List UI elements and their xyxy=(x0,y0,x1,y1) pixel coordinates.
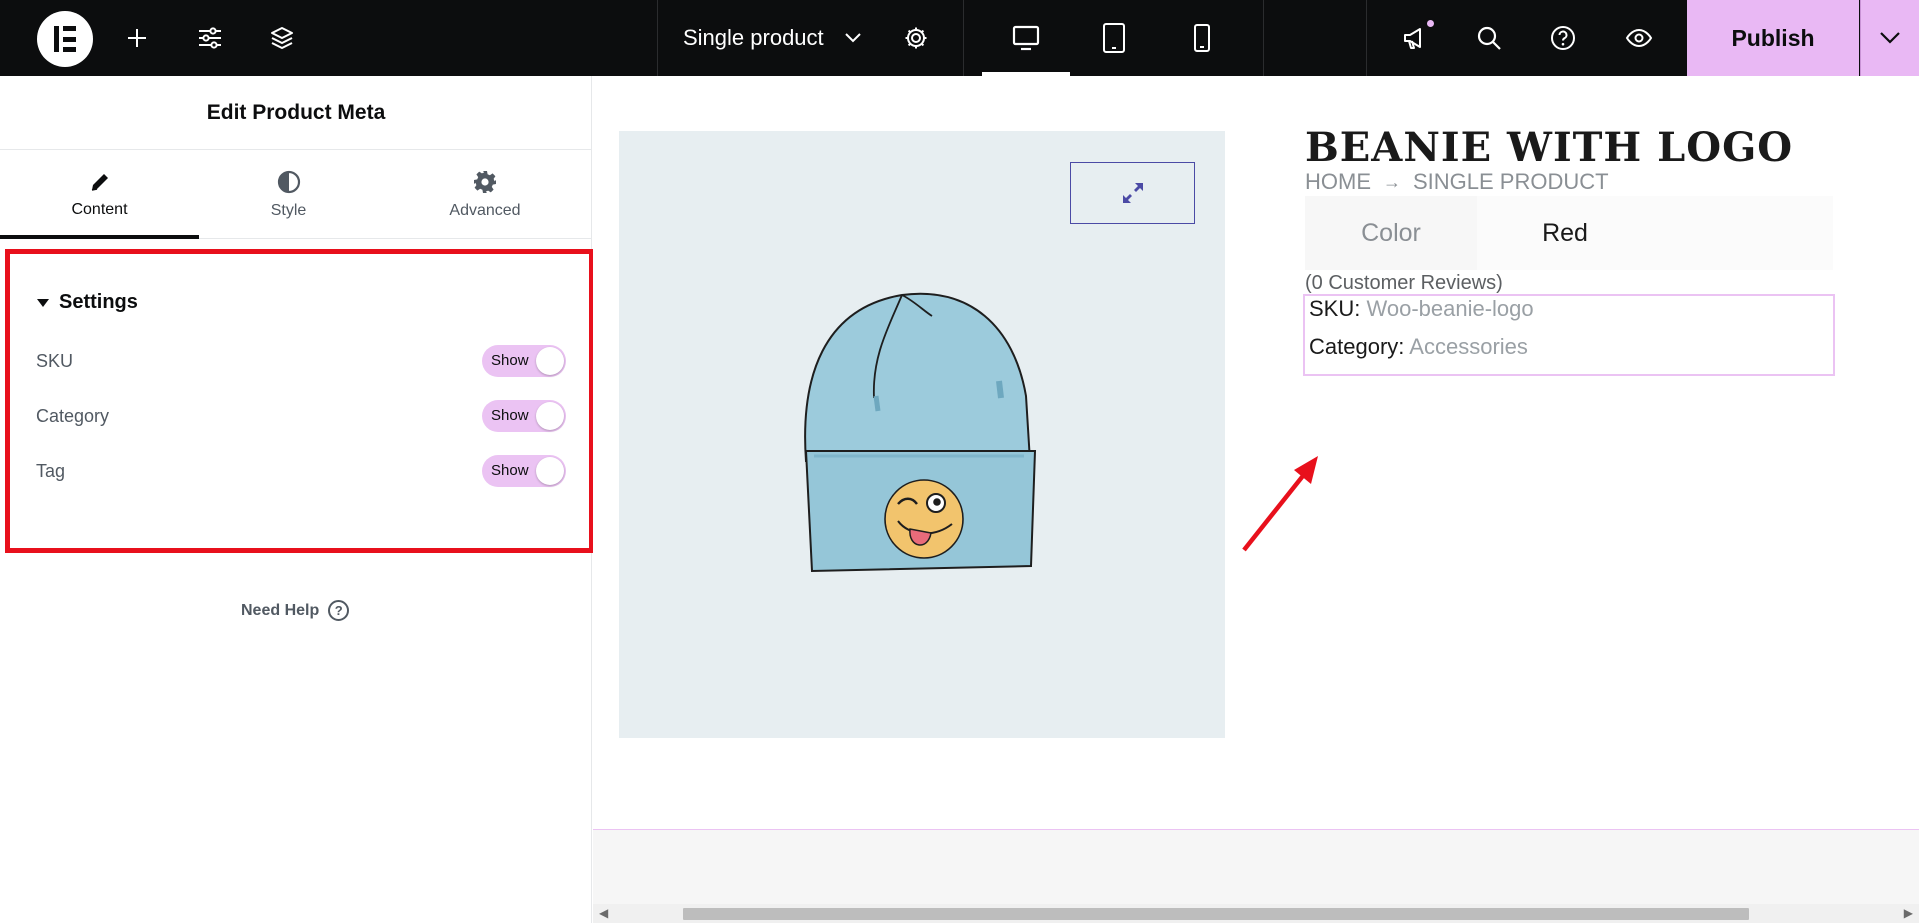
publish-button[interactable]: Publish xyxy=(1687,0,1859,76)
breadcrumb: HOME → SINGLE PRODUCT xyxy=(1305,169,1609,195)
device-tablet-button[interactable] xyxy=(1070,0,1158,76)
product-image[interactable] xyxy=(619,131,1225,738)
meta-sku: SKU: Woo-beanie-logo xyxy=(1309,296,1534,322)
settings-section-highlight: Settings SKU Show Category Show Tag Show xyxy=(5,249,594,553)
document-settings-button[interactable] xyxy=(893,0,939,76)
divider xyxy=(1263,0,1264,76)
control-category: Category Show xyxy=(36,399,566,433)
expand-icon xyxy=(1122,183,1143,203)
scroll-right-icon[interactable]: ▶ xyxy=(1904,906,1913,920)
desktop-icon xyxy=(1012,25,1040,51)
scrollbar-thumb[interactable] xyxy=(683,908,1749,920)
panel-title: Edit Product Meta xyxy=(0,76,592,150)
device-desktop-button[interactable] xyxy=(982,0,1070,76)
product-meta-widget[interactable]: SKU: Woo-beanie-logo Category: Accessori… xyxy=(1303,294,1835,376)
section-title: Settings xyxy=(59,291,138,313)
active-tab-indicator xyxy=(0,235,199,239)
product-attributes-table: Color Red xyxy=(1305,196,1833,270)
tag-toggle[interactable]: Show xyxy=(482,455,566,487)
breadcrumb-home[interactable]: HOME xyxy=(1305,169,1371,195)
reviews-count[interactable]: (0 Customer Reviews) xyxy=(1305,272,1503,295)
site-settings-button[interactable] xyxy=(187,0,233,76)
search-button[interactable] xyxy=(1466,0,1512,76)
sliders-icon xyxy=(199,27,221,49)
editor-panel: Edit Product Meta Content Style Advanced… xyxy=(0,76,594,923)
meta-value: Woo-beanie-logo xyxy=(1366,296,1534,321)
control-sku: SKU Show xyxy=(36,344,566,378)
control-label: Tag xyxy=(36,460,66,481)
eye-icon xyxy=(1625,28,1653,48)
plus-icon xyxy=(128,29,146,47)
need-help-label: Need Help xyxy=(241,601,320,619)
layers-icon xyxy=(271,27,293,49)
divider xyxy=(963,0,964,76)
toggle-label: Show xyxy=(491,462,529,479)
gear-icon xyxy=(905,27,927,49)
preview-button[interactable] xyxy=(1616,0,1662,76)
tablet-icon xyxy=(1103,23,1125,53)
gear-icon xyxy=(474,170,496,193)
meta-value[interactable]: Accessories xyxy=(1409,334,1528,359)
preview-canvas: BEANIE WITH LOGO HOME → SINGLE PRODUCT C… xyxy=(593,76,1919,923)
toggle-knob xyxy=(536,402,564,430)
help-icon: ? xyxy=(328,600,350,621)
tab-label: Advanced xyxy=(449,201,521,219)
mobile-icon xyxy=(1194,24,1210,52)
add-element-button[interactable] xyxy=(115,0,159,76)
elementor-logo-icon[interactable] xyxy=(37,11,93,67)
breadcrumb-current: SINGLE PRODUCT xyxy=(1413,169,1609,194)
top-bar: Single product Publish xyxy=(0,0,1919,76)
notifications-button[interactable] xyxy=(1392,0,1438,76)
document-title-dropdown[interactable]: Single product xyxy=(683,0,862,76)
caret-down-icon xyxy=(37,298,49,307)
device-mobile-button[interactable] xyxy=(1158,0,1246,76)
need-help-link[interactable]: Need Help ? xyxy=(241,600,350,621)
chevron-down-icon xyxy=(844,33,861,43)
image-zoom-button[interactable] xyxy=(1070,162,1195,224)
horizontal-scrollbar[interactable]: ◀ ▶ xyxy=(593,904,1919,923)
divider xyxy=(657,0,658,76)
contrast-icon xyxy=(277,170,300,193)
meta-label: SKU: xyxy=(1309,296,1361,321)
help-icon xyxy=(1551,26,1575,50)
tab-content[interactable]: Content xyxy=(0,150,199,239)
tab-label: Content xyxy=(71,200,128,218)
help-button[interactable] xyxy=(1540,0,1586,76)
toggle-knob xyxy=(536,347,564,375)
tab-label: Style xyxy=(270,201,307,219)
pencil-icon xyxy=(91,173,108,191)
search-icon xyxy=(1477,26,1501,50)
control-label: Category xyxy=(36,405,110,426)
control-label: SKU xyxy=(36,350,74,371)
chevron-down-icon xyxy=(1880,32,1900,44)
toggle-label: Show xyxy=(491,352,529,369)
control-tag: Tag Show xyxy=(36,454,566,488)
arrow-right-icon: → xyxy=(1383,171,1401,192)
tab-advanced[interactable]: Advanced xyxy=(378,150,592,239)
attribute-value: Red xyxy=(1542,218,1588,247)
structure-button[interactable] xyxy=(259,0,305,76)
document-title: Single product xyxy=(683,25,824,50)
publish-options-button[interactable] xyxy=(1860,0,1919,76)
megaphone-icon xyxy=(1404,28,1421,49)
product-title: BEANIE WITH LOGO xyxy=(1305,124,1794,171)
meta-category: Category: Accessories xyxy=(1309,334,1528,360)
divider xyxy=(1366,0,1367,76)
tab-style[interactable]: Style xyxy=(199,150,378,239)
annotation-arrow xyxy=(1242,456,1318,552)
settings-section-toggle[interactable]: Settings xyxy=(37,291,138,314)
toggle-label: Show xyxy=(491,407,529,424)
scroll-left-icon[interactable]: ◀ xyxy=(599,906,608,920)
category-toggle[interactable]: Show xyxy=(482,400,566,432)
sku-toggle[interactable]: Show xyxy=(482,345,566,377)
beanie-illustration xyxy=(804,292,1037,573)
panel-tabs: Content Style Advanced xyxy=(0,150,592,239)
notification-dot xyxy=(1425,18,1436,29)
toggle-knob xyxy=(536,457,564,485)
